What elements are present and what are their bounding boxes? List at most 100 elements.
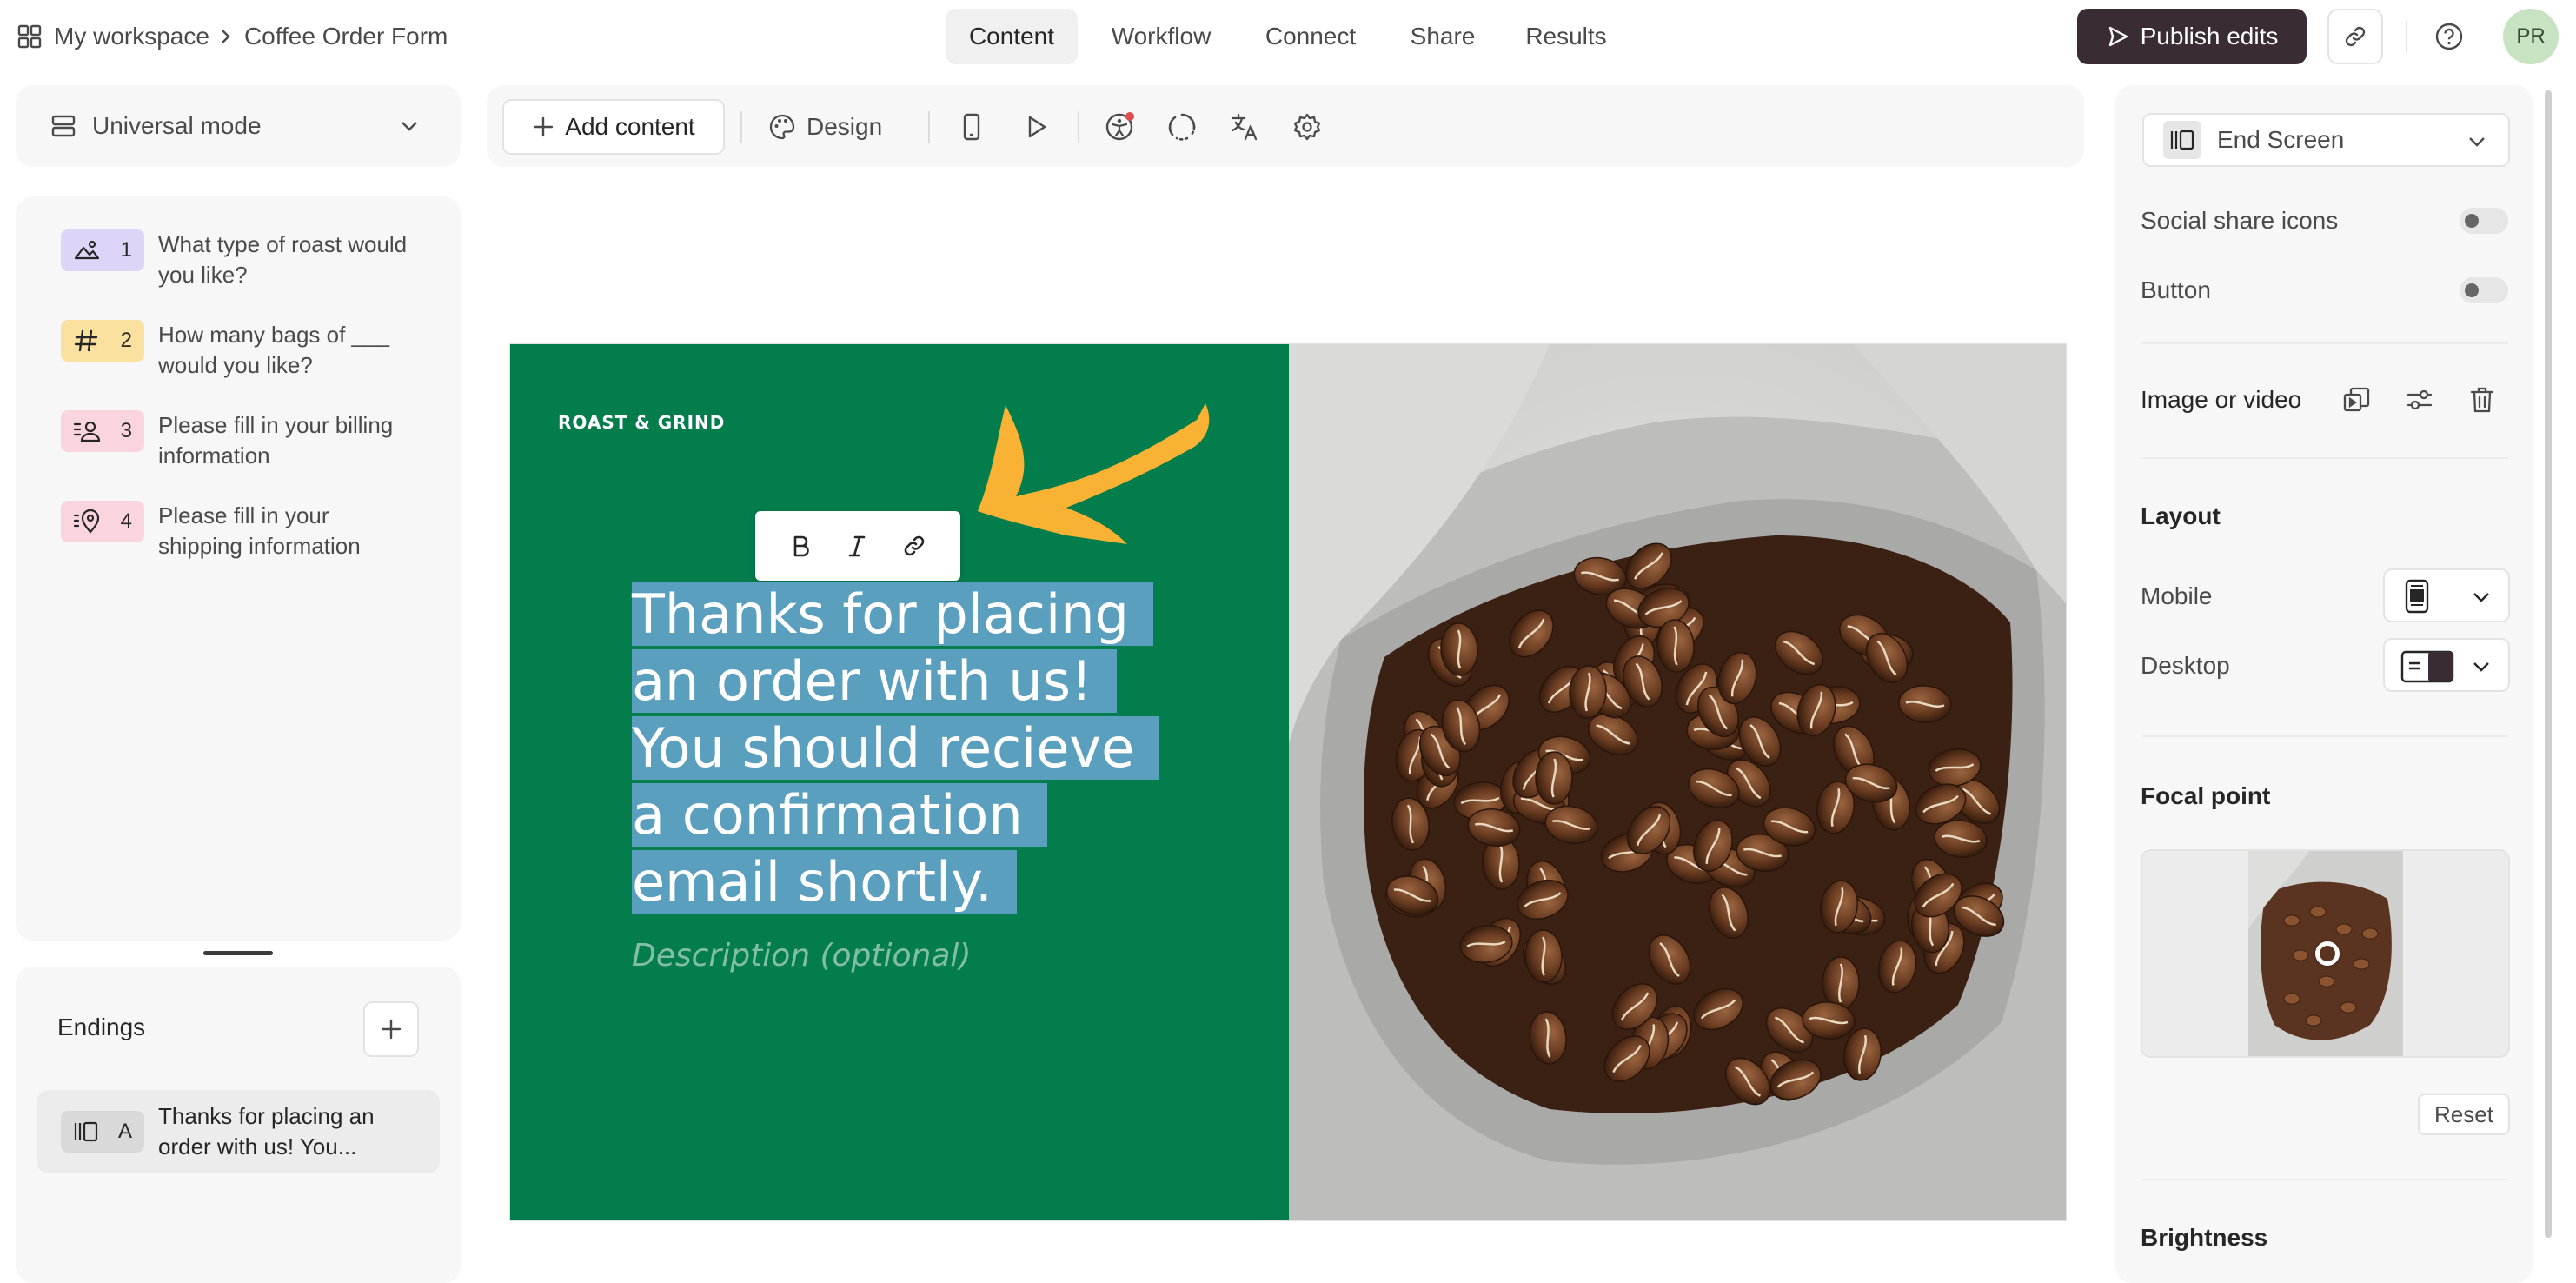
question-item-3[interactable]: 3 Please fill in your billing informatio…: [61, 410, 408, 471]
top-bar: My workspace Coffee Order Form Content W…: [0, 0, 2576, 73]
plus-icon: [379, 1017, 403, 1041]
design-label: Design: [807, 113, 883, 140]
question-badge: 1: [61, 229, 144, 271]
question-text: Please fill in your shipping information: [158, 502, 361, 559]
focal-point-handle[interactable]: [2315, 941, 2340, 966]
add-ending-button[interactable]: [363, 1001, 419, 1057]
divider: [2141, 342, 2508, 344]
replace-media-icon[interactable]: [2340, 382, 2374, 417]
link-icon: [2342, 23, 2368, 50]
divider: [2141, 457, 2508, 459]
breadcrumb-workspace[interactable]: My workspace: [54, 23, 209, 50]
question-badge: 3: [61, 410, 144, 452]
copy-link-button[interactable]: [2327, 9, 2383, 64]
send-icon: [2106, 24, 2130, 49]
breadcrumb-form-name[interactable]: Coffee Order Form: [244, 23, 448, 50]
tab-content[interactable]: Content: [946, 9, 1078, 64]
question-text: How many bags of ___ would you like?: [158, 322, 389, 378]
question-number: 4: [120, 509, 132, 533]
image-video-label: Image or video: [2141, 386, 2302, 413]
question-badge: 2: [61, 320, 144, 362]
scrollbar[interactable]: [2545, 90, 2552, 1238]
apps-grid-icon[interactable]: [14, 19, 45, 54]
headline-selection: Thanks for placing an order with us! You…: [632, 582, 1159, 914]
resize-handle[interactable]: [203, 951, 273, 955]
mobile-preview-icon[interactable]: [949, 104, 994, 150]
chevron-down-icon: [2470, 586, 2493, 608]
content-pane: ROAST & GRIND Thanks for placing an orde…: [510, 344, 1289, 1220]
avatar[interactable]: PR: [2503, 9, 2559, 64]
publish-button[interactable]: Publish edits: [2077, 9, 2307, 64]
arrow-decoration: [971, 388, 1223, 562]
social-share-label: Social share icons: [2141, 207, 2339, 234]
ending-badge: A: [61, 1111, 144, 1153]
mode-selector[interactable]: Universal mode: [16, 85, 461, 167]
questions-panel: [16, 196, 461, 941]
question-number: 3: [120, 419, 132, 442]
number-icon: [73, 328, 99, 354]
button-toggle[interactable]: [2460, 277, 2508, 303]
layers-icon: [50, 113, 76, 139]
description-field[interactable]: Description (optional): [632, 938, 971, 974]
tab-results[interactable]: Results: [1512, 9, 1620, 64]
reset-button[interactable]: Reset: [2418, 1094, 2510, 1135]
chevron-down-icon: [2466, 130, 2488, 153]
tab-workflow[interactable]: Workflow: [1092, 9, 1231, 64]
loading-icon[interactable]: [1159, 104, 1205, 150]
question-item-2[interactable]: 2 How many bags of ___ would you like?: [61, 320, 408, 381]
help-icon[interactable]: [2432, 19, 2466, 54]
bold-icon[interactable]: [788, 533, 813, 559]
palette-icon: [768, 113, 796, 141]
adjust-icon[interactable]: [2402, 382, 2437, 417]
settings-icon[interactable]: [1285, 104, 1330, 150]
divider: [2141, 735, 2508, 737]
question-text: Please fill in your billing information: [158, 412, 394, 469]
divider: [740, 111, 742, 143]
block-type-label: End Screen: [2217, 126, 2345, 153]
chevron-right-icon: [220, 28, 232, 45]
mode-label: Universal mode: [92, 112, 262, 139]
plus-icon: [532, 116, 554, 138]
publish-label: Publish edits: [2140, 23, 2279, 50]
question-number: 1: [120, 238, 132, 262]
design-button[interactable]: Design: [768, 99, 882, 155]
block-type-select[interactable]: End Screen: [2142, 113, 2510, 167]
divider: [2141, 1179, 2508, 1180]
translate-icon[interactable]: [1222, 104, 1267, 150]
mobile-layout-select[interactable]: [2383, 568, 2510, 622]
mobile-label: Mobile: [2141, 582, 2213, 609]
question-item-4[interactable]: 4 Please fill in your shipping informati…: [61, 501, 408, 562]
italic-icon[interactable]: [845, 533, 869, 559]
add-content-button[interactable]: Add content: [502, 99, 725, 155]
social-share-toggle[interactable]: [2460, 208, 2508, 234]
tab-label: Share: [1410, 23, 1476, 50]
address-icon: [73, 509, 101, 535]
chevron-down-icon: [398, 115, 421, 137]
tab-connect[interactable]: Connect: [1250, 9, 1371, 64]
layout-title: Layout: [2141, 502, 2221, 529]
divider: [928, 111, 930, 143]
question-badge: 4: [61, 501, 144, 542]
ending-letter: A: [117, 1120, 132, 1143]
ending-item-a[interactable]: A Thanks for placing an order with us! Y…: [37, 1090, 440, 1173]
tab-share[interactable]: Share: [1398, 9, 1488, 64]
contact-info-icon: [73, 419, 101, 443]
play-icon[interactable]: [1013, 104, 1059, 150]
brand-logo: ROAST & GRIND: [558, 412, 726, 433]
divider: [2406, 21, 2407, 52]
question-item-1[interactable]: 1 What type of roast would you like?: [61, 229, 408, 290]
headline-text[interactable]: Thanks for placing an order with us! You…: [632, 581, 1171, 915]
link-icon[interactable]: [901, 533, 927, 559]
button-toggle-label: Button: [2141, 276, 2211, 303]
accessibility-icon[interactable]: [1097, 104, 1142, 150]
delete-icon[interactable]: [2465, 382, 2500, 417]
chevron-down-icon: [2470, 655, 2493, 678]
desktop-layout-select[interactable]: [2383, 638, 2510, 692]
endings-title: Endings: [57, 1014, 146, 1040]
focal-point-picker[interactable]: [2141, 849, 2510, 1058]
focal-point-title: Focal point: [2141, 782, 2271, 809]
tab-label: Connect: [1265, 23, 1357, 50]
end-screen-icon: [73, 1120, 99, 1143]
end-screen-preview: ROAST & GRIND Thanks for placing an orde…: [509, 343, 2067, 1221]
desktop-layout-icon: [2400, 650, 2454, 683]
